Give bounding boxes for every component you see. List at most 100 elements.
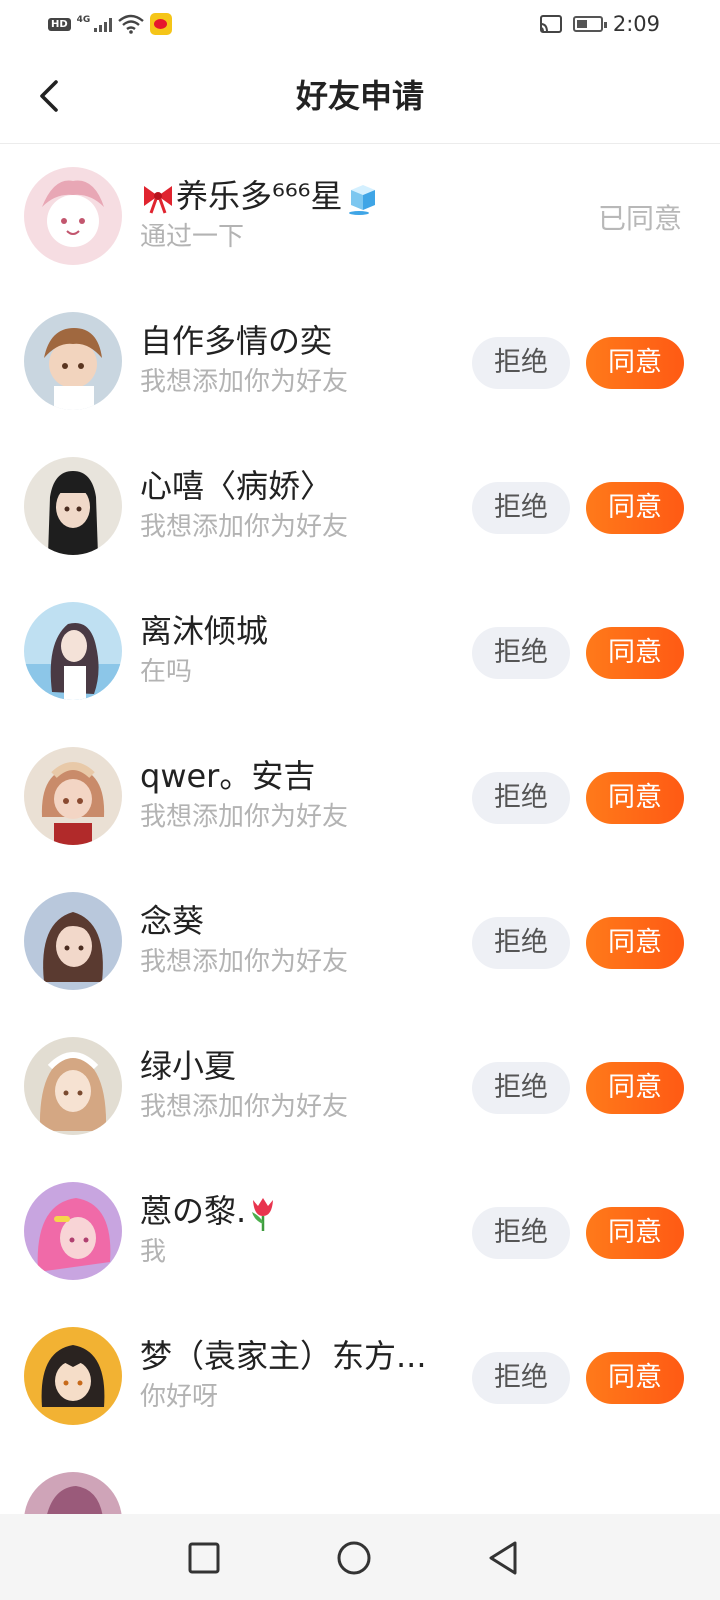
request-message: 通过一下 <box>140 222 245 252</box>
request-name: 梦（袁家主）东方... <box>140 1337 427 1375</box>
network-type: 4G <box>76 15 91 25</box>
status-icons-right: 2:09 <box>539 10 660 38</box>
home-button[interactable] <box>332 1536 376 1580</box>
bow-emoji-icon <box>144 186 172 214</box>
reject-button[interactable]: 拒绝 <box>472 917 570 969</box>
ice-cube-emoji-icon <box>348 185 375 215</box>
avatar-image <box>24 1037 122 1135</box>
request-text: 梦（袁家主）东方... 你好呀 <box>140 1333 455 1415</box>
weibo-icon <box>150 13 173 35</box>
request-name: 念葵 <box>140 902 205 940</box>
request-list: 养乐多⁶⁶⁶星 通过一下 已同意 自作多情の奕 我想添加你为好友 拒绝 同意 心… <box>0 145 720 1515</box>
request-message: 你好呀 <box>140 1382 219 1412</box>
request-message: 我想添加你为好友 <box>140 512 349 542</box>
square-icon <box>188 1542 220 1574</box>
avatar-image <box>24 892 122 990</box>
accept-button[interactable]: 同意 <box>586 627 684 679</box>
request-row[interactable]: qwer。安吉 我想添加你为好友 拒绝 同意 <box>0 725 720 870</box>
request-name-row: 养乐多⁶⁶⁶星 <box>140 173 455 219</box>
avatar-image <box>24 1327 122 1425</box>
request-row-partial[interactable] <box>0 1450 720 1515</box>
avatar[interactable] <box>24 167 122 265</box>
request-name-row: 蒽の黎. <box>140 1188 455 1234</box>
avatar[interactable] <box>24 602 122 700</box>
accept-button[interactable]: 同意 <box>586 1062 684 1114</box>
request-row[interactable]: 养乐多⁶⁶⁶星 通过一下 已同意 <box>0 145 720 290</box>
avatar-image <box>24 1472 122 1515</box>
accept-button[interactable]: 同意 <box>586 1352 684 1404</box>
request-name: qwer。安吉 <box>140 757 316 795</box>
status-icons-left: HD 4G <box>48 12 173 36</box>
request-row[interactable]: 心嘻〈病娇〉 我想添加你为好友 拒绝 同意 <box>0 435 720 580</box>
request-text: 心嘻〈病娇〉 我想添加你为好友 <box>140 463 455 545</box>
accept-button[interactable]: 同意 <box>586 1207 684 1259</box>
request-text: 离沐倾城 在吗 <box>140 608 455 690</box>
signal-icon <box>94 16 113 32</box>
request-name: 蒽の黎. <box>140 1192 247 1230</box>
avatar-image <box>24 602 122 700</box>
reject-button[interactable]: 拒绝 <box>472 337 570 389</box>
accept-button[interactable]: 同意 <box>586 917 684 969</box>
avatar-image <box>24 747 122 845</box>
hd-badge: HD <box>48 17 71 31</box>
avatar[interactable] <box>24 1472 122 1515</box>
reject-button[interactable]: 拒绝 <box>472 1352 570 1404</box>
triangle-back-icon <box>489 1541 517 1575</box>
avatar[interactable] <box>24 747 122 845</box>
avatar-image <box>24 312 122 410</box>
request-message: 我 <box>140 1237 167 1267</box>
system-back-button[interactable] <box>482 1536 526 1580</box>
accepted-status: 已同意 <box>597 202 682 235</box>
request-name: 离沐倾城 <box>140 612 269 650</box>
circle-icon <box>337 1541 371 1575</box>
accept-button[interactable]: 同意 <box>586 337 684 389</box>
avatar-image <box>24 167 122 265</box>
request-name: 绿小夏 <box>140 1047 237 1085</box>
page-title: 好友申请 <box>295 77 424 115</box>
accept-button[interactable]: 同意 <box>586 482 684 534</box>
request-row[interactable]: 蒽の黎. 我 拒绝 同意 <box>0 1160 720 1305</box>
wifi-icon <box>118 14 145 34</box>
avatar[interactable] <box>24 457 122 555</box>
request-name: 自作多情の奕 <box>140 322 333 360</box>
tulip-emoji-icon <box>252 1198 274 1231</box>
request-row[interactable]: 自作多情の奕 我想添加你为好友 拒绝 同意 <box>0 290 720 435</box>
request-row[interactable]: 离沐倾城 在吗 拒绝 同意 <box>0 580 720 725</box>
request-text: 蒽の黎. 我 <box>140 1188 455 1270</box>
reject-button[interactable]: 拒绝 <box>472 482 570 534</box>
request-message: 我想添加你为好友 <box>140 1092 349 1122</box>
request-message: 我想添加你为好友 <box>140 802 349 832</box>
avatar[interactable] <box>24 312 122 410</box>
avatar[interactable] <box>24 1182 122 1280</box>
accept-button[interactable]: 同意 <box>586 772 684 824</box>
avatar[interactable] <box>24 1327 122 1425</box>
avatar[interactable] <box>24 1037 122 1135</box>
request-row[interactable]: 梦（袁家主）东方... 你好呀 拒绝 同意 <box>0 1305 720 1450</box>
request-text: qwer。安吉 我想添加你为好友 <box>140 753 455 835</box>
battery-icon <box>572 16 607 32</box>
request-text: 自作多情の奕 我想添加你为好友 <box>140 318 455 400</box>
request-text: 念葵 我想添加你为好友 <box>140 898 455 980</box>
reject-button[interactable]: 拒绝 <box>472 1207 570 1259</box>
cast-icon <box>539 15 562 33</box>
header: 好友申请 <box>0 48 720 144</box>
avatar-image <box>24 1182 122 1280</box>
reject-button[interactable]: 拒绝 <box>472 627 570 679</box>
request-text: 养乐多⁶⁶⁶星 通过一下 <box>140 173 455 255</box>
reject-button[interactable]: 拒绝 <box>472 772 570 824</box>
request-name: 养乐多⁶⁶⁶星 <box>176 177 343 215</box>
request-message: 我想添加你为好友 <box>140 367 349 397</box>
request-message: 在吗 <box>140 657 193 687</box>
request-row[interactable]: 念葵 我想添加你为好友 拒绝 同意 <box>0 870 720 1015</box>
avatar-image <box>24 457 122 555</box>
request-message: 我想添加你为好友 <box>140 947 349 977</box>
recent-apps-button[interactable] <box>182 1536 226 1580</box>
system-nav-bar <box>0 1514 720 1600</box>
status-time: 2:09 <box>612 12 660 36</box>
request-text: 绿小夏 我想添加你为好友 <box>140 1043 455 1125</box>
request-name: 心嘻〈病娇〉 <box>140 467 333 505</box>
reject-button[interactable]: 拒绝 <box>472 1062 570 1114</box>
avatar[interactable] <box>24 892 122 990</box>
status-bar: HD 4G 2:09 <box>0 0 720 48</box>
request-row[interactable]: 绿小夏 我想添加你为好友 拒绝 同意 <box>0 1015 720 1160</box>
